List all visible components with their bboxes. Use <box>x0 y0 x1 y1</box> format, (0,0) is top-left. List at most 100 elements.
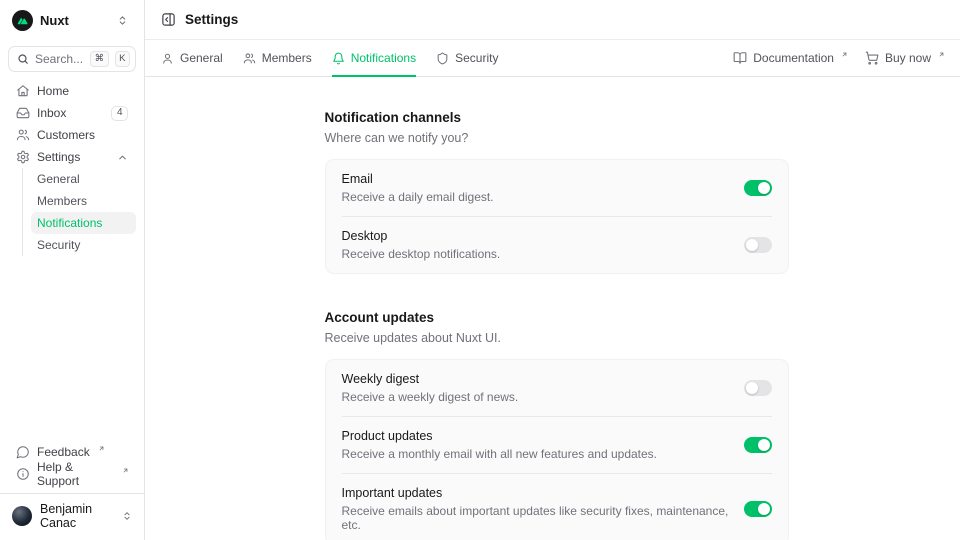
workspace-switcher[interactable]: Nuxt <box>8 8 136 32</box>
sidebar-item-label: Help & Support <box>37 460 114 488</box>
setting-title: Desktop <box>342 229 501 243</box>
external-link-icon <box>938 51 945 58</box>
search-icon <box>17 53 29 65</box>
page-title: Settings <box>185 12 238 27</box>
setting-description: Receive a daily email digest. <box>342 190 494 204</box>
inbox-count-badge: 4 <box>111 106 128 121</box>
sidebar-item-label: Home <box>37 84 69 98</box>
tab-label: Security <box>455 51 498 65</box>
external-link-icon <box>122 467 129 474</box>
sidebar-item-notifications[interactable]: Notifications <box>31 212 136 234</box>
sidebar-item-inbox[interactable]: Inbox 4 <box>8 102 136 124</box>
tab-members[interactable]: Members <box>243 40 312 76</box>
nuxt-logo-icon <box>12 10 33 31</box>
info-circle-icon <box>16 467 30 481</box>
tab-general[interactable]: General <box>161 40 223 76</box>
header-links: Documentation Buy now <box>733 40 944 76</box>
important-updates-toggle[interactable] <box>744 501 772 517</box>
users-icon <box>16 128 30 142</box>
section-account-updates: Account updates Receive updates about Nu… <box>325 310 789 540</box>
product-updates-toggle[interactable] <box>744 437 772 453</box>
sidebar-divider <box>0 493 144 494</box>
sidebar-item-general[interactable]: General <box>31 168 136 190</box>
chevrons-up-down-icon <box>122 511 132 521</box>
search-input[interactable]: Search... ⌘ K <box>8 46 136 72</box>
search-placeholder: Search... <box>35 52 84 66</box>
section-title: Account updates <box>325 310 789 325</box>
workspace-name: Nuxt <box>40 13 69 28</box>
setting-title: Important updates <box>342 486 744 500</box>
sidebar-item-help-support[interactable]: Help & Support <box>8 463 136 485</box>
sidebar-item-customers[interactable]: Customers <box>8 124 136 146</box>
tab-label: Members <box>262 51 312 65</box>
sidebar-nav: Home Inbox 4 Customers Settings Gene <box>8 80 136 256</box>
email-toggle[interactable] <box>744 180 772 196</box>
bell-icon <box>332 52 345 65</box>
external-link-icon <box>98 445 105 452</box>
sidebar-item-label: Members <box>37 194 87 208</box>
sidebar: Nuxt Search... ⌘ K Home Inbox 4 <box>0 0 145 540</box>
tab-security[interactable]: Security <box>436 40 498 76</box>
tab-notifications[interactable]: Notifications <box>332 40 416 76</box>
setting-description: Receive a monthly email with all new fea… <box>342 447 658 461</box>
user-icon <box>161 52 174 65</box>
setting-row-product-updates: Product updates Receive a monthly email … <box>342 416 772 473</box>
sidebar-footer-nav: Feedback Help & Support <box>8 441 136 485</box>
user-menu[interactable]: Benjamin Canac <box>8 500 136 532</box>
kbd-cmd: ⌘ <box>90 51 109 67</box>
setting-row-text: Important updates Receive emails about i… <box>342 486 744 532</box>
sidebar-item-settings[interactable]: Settings <box>8 146 136 168</box>
section-title: Notification channels <box>325 110 789 125</box>
title-bar: Settings <box>145 0 960 40</box>
setting-row-text: Product updates Receive a monthly email … <box>342 429 658 461</box>
sidebar-item-label: Security <box>37 238 80 252</box>
settings-card: Weekly digest Receive a weekly digest of… <box>325 359 789 540</box>
sidebar-item-members[interactable]: Members <box>31 190 136 212</box>
tab-bar: General Members Notifications Security <box>145 40 960 77</box>
setting-title: Weekly digest <box>342 372 519 386</box>
speech-bubble-icon <box>16 445 30 459</box>
chevron-up-icon <box>117 152 128 163</box>
setting-row-important-updates: Important updates Receive emails about i… <box>342 473 772 540</box>
sidebar-item-security[interactable]: Security <box>31 234 136 256</box>
setting-title: Product updates <box>342 429 658 443</box>
setting-row-weekly-digest: Weekly digest Receive a weekly digest of… <box>342 360 772 416</box>
collapse-sidebar-icon[interactable] <box>161 12 176 27</box>
home-icon <box>16 84 30 98</box>
book-open-icon <box>733 51 747 65</box>
users-icon <box>243 52 256 65</box>
shield-icon <box>436 52 449 65</box>
sidebar-item-home[interactable]: Home <box>8 80 136 102</box>
setting-row-email: Email Receive a daily email digest. <box>342 160 772 216</box>
sidebar-item-label: Customers <box>37 128 95 142</box>
link-label: Buy now <box>885 51 931 65</box>
link-label: Documentation <box>753 51 834 65</box>
kbd-k: K <box>115 51 130 67</box>
buy-now-link[interactable]: Buy now <box>865 51 944 65</box>
weekly-digest-toggle[interactable] <box>744 380 772 396</box>
setting-description: Receive emails about important updates l… <box>342 504 744 532</box>
section-notification-channels: Notification channels Where can we notif… <box>325 110 789 274</box>
setting-row-desktop: Desktop Receive desktop notifications. <box>342 216 772 273</box>
setting-description: Receive desktop notifications. <box>342 247 501 261</box>
documentation-link[interactable]: Documentation <box>733 51 847 65</box>
avatar <box>12 506 32 526</box>
chevrons-up-down-icon <box>117 15 128 26</box>
desktop-toggle[interactable] <box>744 237 772 253</box>
inbox-icon <box>16 106 30 120</box>
external-link-icon <box>841 51 848 58</box>
sidebar-item-label: Settings <box>37 150 80 164</box>
sidebar-item-label: Feedback <box>37 445 90 459</box>
settings-card: Email Receive a daily email digest. Desk… <box>325 159 789 274</box>
gear-icon <box>16 150 30 164</box>
settings-subnav: General Members Notifications Security <box>22 168 136 256</box>
user-name: Benjamin Canac <box>40 502 112 530</box>
section-subtitle: Where can we notify you? <box>325 131 789 145</box>
tab-label: General <box>180 51 223 65</box>
setting-row-text: Desktop Receive desktop notifications. <box>342 229 501 261</box>
cart-icon <box>865 51 879 65</box>
sidebar-spacer <box>8 256 136 433</box>
section-subtitle: Receive updates about Nuxt UI. <box>325 331 789 345</box>
sidebar-item-label: Notifications <box>37 216 102 230</box>
sidebar-item-label: General <box>37 172 80 186</box>
